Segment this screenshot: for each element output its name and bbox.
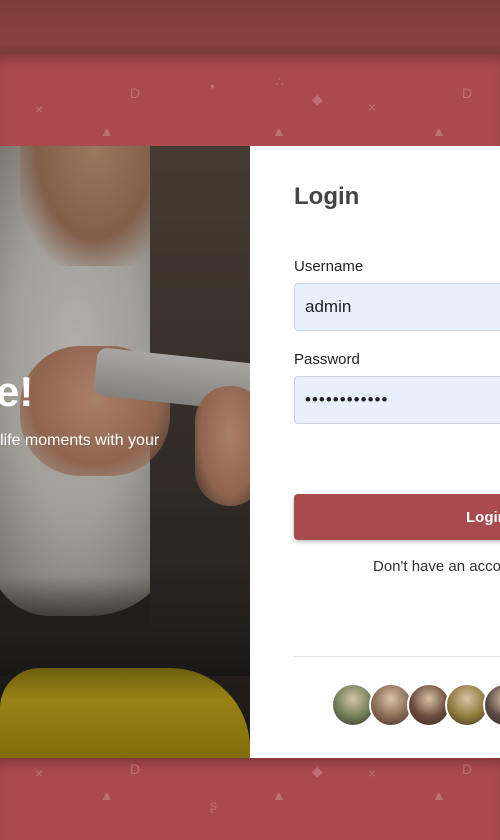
hero-overlay	[0, 146, 250, 758]
doodle-d-icon: D	[130, 85, 141, 101]
doodle-triangle-icon: ▲	[100, 123, 114, 139]
username-label: Username	[294, 258, 364, 275]
doodle-diamond-icon: ◆	[312, 91, 323, 107]
login-button[interactable]: Login	[294, 494, 500, 540]
header-pattern-band: × D • ∴ ◆ × D ▲ ▲ ▲	[0, 54, 500, 146]
doodle-diamond-icon: ◆	[312, 763, 323, 779]
doodle-x-icon: ×	[368, 765, 377, 781]
doodle-d-icon: D	[462, 85, 473, 101]
hero-panel: e! life moments with your	[0, 146, 250, 758]
divider	[294, 656, 500, 657]
login-title: Login	[294, 183, 360, 210]
hero-title: e!	[0, 368, 34, 415]
doodle-triangle-icon: ▲	[272, 123, 286, 139]
doodle-dots-icon: ∴	[275, 73, 284, 89]
footer-pattern-band: × D ʂ ◆ × D ▲ ▲ ▲	[0, 758, 500, 840]
doodle-triangle-icon: ▲	[432, 123, 446, 139]
doodle-d-icon: D	[130, 761, 141, 777]
doodle-x-icon: ×	[368, 99, 377, 115]
hero-subtitle: life moments with your	[0, 432, 160, 449]
top-shadow-band	[0, 0, 500, 54]
doodle-x-icon: ×	[35, 101, 44, 117]
username-input[interactable]	[294, 283, 500, 331]
login-panel: Login Username Password Login Don't have…	[250, 146, 500, 758]
signup-prompt: Don't have an acco	[373, 558, 500, 575]
doodle-triangle-icon: ▲	[432, 787, 446, 803]
doodle-x-icon: ×	[35, 765, 44, 781]
doodle-triangle-icon: ▲	[272, 787, 286, 803]
doodle-d-icon: D	[462, 761, 473, 777]
password-label: Password	[294, 351, 360, 368]
doodle-dot-icon: •	[210, 78, 215, 94]
password-input[interactable]	[294, 376, 500, 424]
doodle-triangle-icon: ▲	[100, 787, 114, 803]
avatar-5[interactable]	[483, 683, 500, 727]
doodle-squiggle-icon: ʂ	[210, 797, 217, 813]
